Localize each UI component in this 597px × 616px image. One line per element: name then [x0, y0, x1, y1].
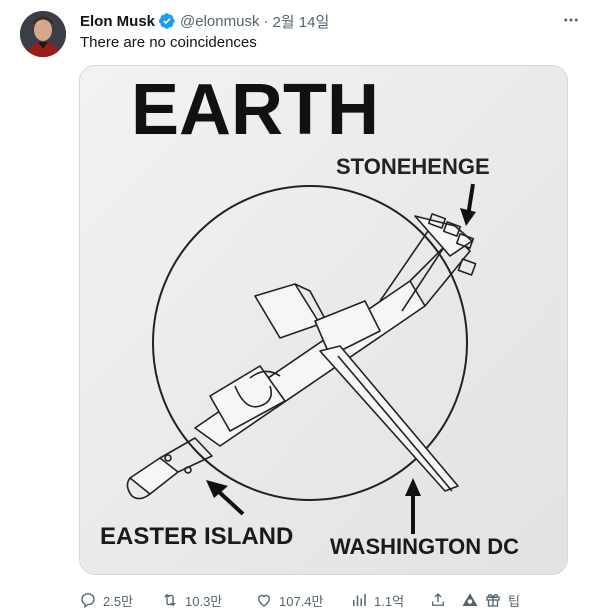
reply-button[interactable]: 2.5만: [79, 589, 133, 611]
repost-count: 10.3만: [185, 593, 223, 609]
tweet-actions: 2.5만 10.3만 107.4만 1.1억 팁: [79, 589, 520, 611]
tip-icon: [486, 593, 500, 607]
avatar[interactable]: [20, 11, 66, 57]
bookmark-button[interactable]: [461, 589, 479, 611]
verified-badge-icon: [158, 13, 175, 29]
like-button[interactable]: 107.4만: [255, 589, 324, 611]
label-washington: WASHINGTON DC: [330, 534, 519, 559]
more-button[interactable]: [559, 8, 583, 32]
reply-icon: [81, 593, 95, 609]
label-stonehenge: STONEHENGE: [336, 154, 490, 179]
bookmark-icon: [462, 593, 478, 606]
separator-dot: ·: [263, 12, 269, 30]
tweet: Elon Musk @elonmusk · 2월 14일 There are n…: [0, 0, 597, 616]
reply-count: 2.5만: [103, 593, 134, 609]
share-button[interactable]: [429, 589, 447, 611]
author-name[interactable]: Elon Musk: [80, 13, 155, 30]
label-easter-island: EASTER ISLAND: [100, 523, 293, 550]
tip-button[interactable]: 팁: [484, 589, 520, 611]
repost-button[interactable]: 10.3만: [161, 589, 222, 611]
more-icon: [564, 18, 578, 22]
like-count: 107.4만: [279, 593, 324, 609]
views-icon: [353, 594, 366, 606]
tip-label: 팁: [508, 593, 520, 609]
tweet-header: Elon Musk @elonmusk · 2월 14일: [80, 11, 329, 31]
views-count: 1.1억: [374, 593, 405, 609]
tweet-date[interactable]: 2월 14일: [272, 11, 329, 32]
image-title: EARTH: [131, 70, 379, 150]
repost-icon: [164, 593, 176, 607]
tweet-text: There are no coincidences: [80, 34, 257, 51]
like-icon: [258, 594, 270, 607]
author-handle[interactable]: @elonmusk: [180, 13, 259, 30]
tweet-image[interactable]: EARTH STONEHENGE EASTER ISLAND WASHINGTO…: [79, 65, 568, 575]
views-button[interactable]: 1.1억: [350, 589, 404, 611]
share-icon: [432, 593, 444, 606]
